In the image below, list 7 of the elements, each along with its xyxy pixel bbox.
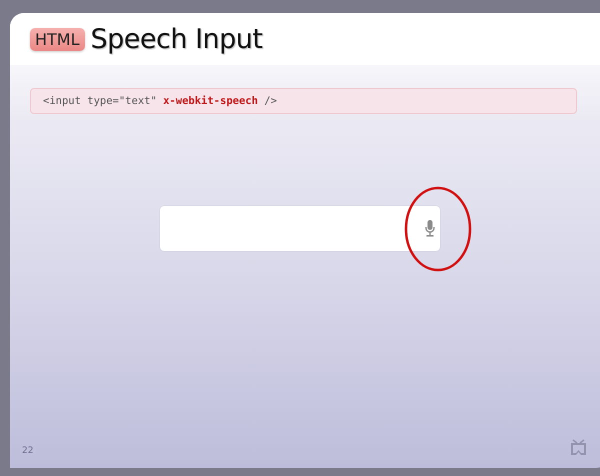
code-snippet: <input type="text" x-webkit-speech /> bbox=[30, 88, 577, 114]
page-number: 22 bbox=[22, 446, 34, 456]
microphone-icon[interactable] bbox=[425, 220, 435, 237]
input-field[interactable] bbox=[160, 206, 440, 251]
slide-title: Speech Input bbox=[90, 24, 262, 54]
html-badge: HTML bbox=[30, 28, 85, 50]
logo-icon bbox=[570, 439, 587, 456]
